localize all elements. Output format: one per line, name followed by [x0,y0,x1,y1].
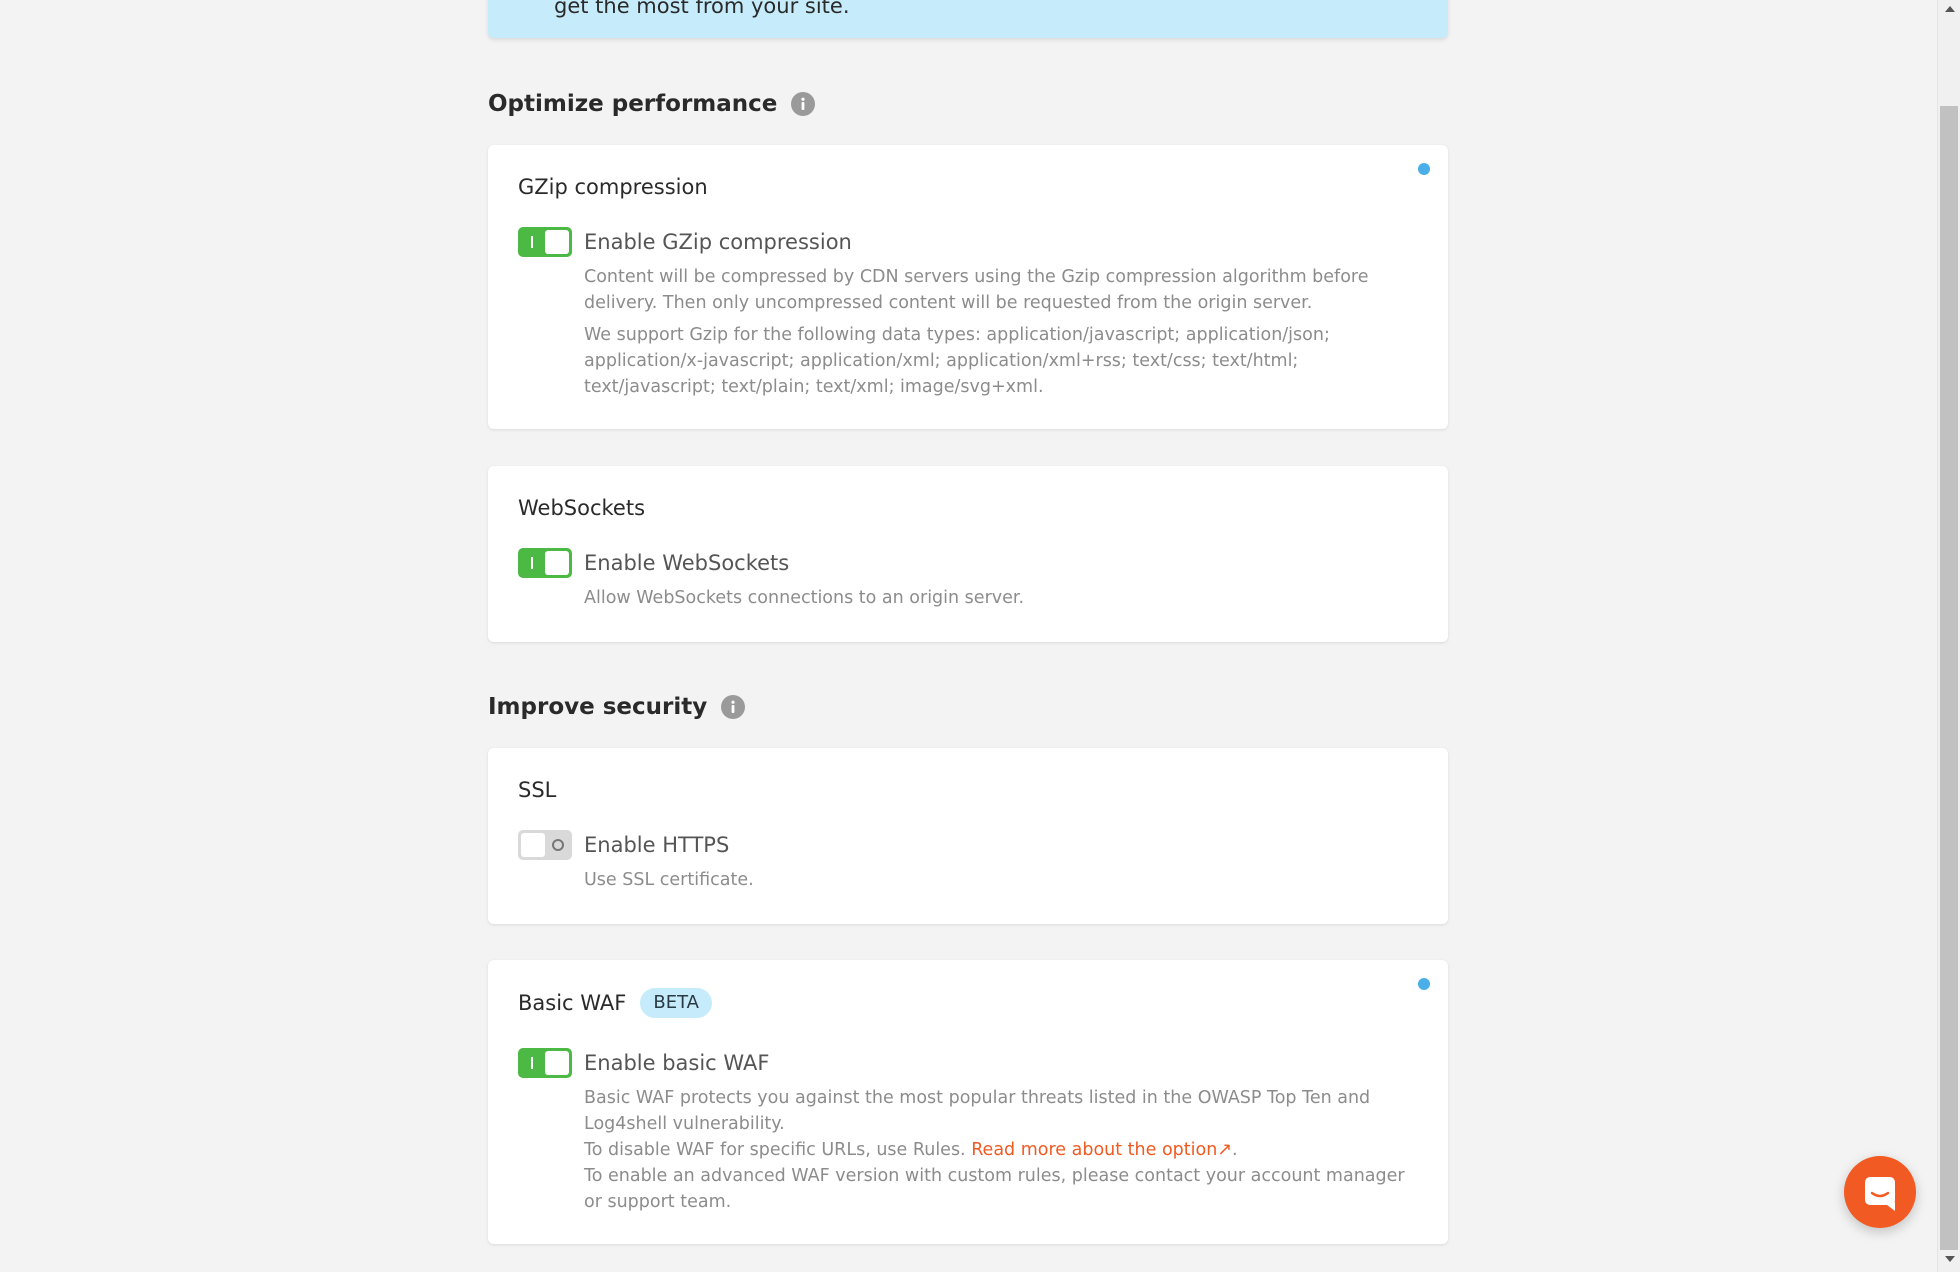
chat-icon [1865,1177,1895,1211]
section-heading-performance: Optimize performance [488,86,816,122]
card-title: SSL [518,778,557,802]
info-icon[interactable] [721,695,746,719]
toggle-knob [545,551,569,575]
websockets-card: WebSockets Enable WebSockets Allow WebSo… [488,466,1448,642]
description-paragraph: Allow WebSockets connections to an origi… [584,588,1025,608]
chat-launcher-button[interactable] [1844,1156,1916,1228]
description-paragraph: To enable an advanced WAF version with c… [584,1166,1405,1212]
link-text: Read more about the option [971,1140,1218,1160]
description-paragraph: To disable WAF for specific URLs, use Ru… [584,1137,1420,1163]
unsaved-indicator-dot [1418,978,1430,990]
https-toggle[interactable] [518,830,572,860]
description-paragraph: We support Gzip for the following data t… [584,325,1330,397]
gzip-card: GZip compression Enable GZip compression… [488,145,1448,429]
card-title: WebSockets [518,496,646,520]
info-banner: get the most from your site. [488,0,1448,38]
card-title: GZip compression [518,175,708,199]
description-text: To disable WAF for specific URLs, use Ru… [584,1140,972,1160]
scroll-up-arrow-icon[interactable] [1945,6,1955,12]
toggle-off-mark [552,839,564,851]
websockets-toggle[interactable] [518,548,572,578]
description-paragraph: Content will be compressed by CDN server… [584,267,1369,313]
basic-waf-card: Basic WAF BETA Enable basic WAF Basic WA… [488,960,1448,1244]
toggle-label: Enable GZip compression [584,230,852,254]
vertical-scrollbar[interactable] [1937,0,1960,1272]
card-title: Basic WAF [518,991,627,1015]
option-description: Content will be compressed by CDN server… [584,264,1420,400]
toggle-label: Enable basic WAF [584,1051,770,1075]
description-text: . [1231,1140,1238,1160]
read-more-link[interactable]: Read more about the option↗ [971,1140,1232,1160]
option-description: Allow WebSockets connections to an origi… [584,585,1420,611]
banner-text: get the most from your site. [554,0,850,18]
toggle-label: Enable HTTPS [584,833,730,857]
option-description: Use SSL certificate. [584,867,1420,893]
toggle-on-mark [531,557,533,569]
gzip-toggle[interactable] [518,227,572,257]
section-title: Optimize performance [488,91,778,117]
scroll-down-arrow-icon[interactable] [1945,1256,1955,1262]
description-paragraph: Basic WAF protects you against the most … [584,1088,1371,1134]
toggle-knob [521,833,545,857]
beta-badge: BETA [640,988,712,1018]
section-title: Improve security [488,694,708,720]
toggle-label: Enable WebSockets [584,551,790,575]
external-link-icon: ↗ [1217,1140,1232,1160]
toggle-knob [545,1051,569,1075]
toggle-on-mark [531,1057,533,1069]
toggle-knob [545,230,569,254]
ssl-card: SSL Enable HTTPS Use SSL certificate. [488,748,1448,924]
info-icon[interactable] [791,92,816,116]
basic-waf-toggle[interactable] [518,1048,572,1078]
option-description: Basic WAF protects you against the most … [584,1085,1420,1215]
scrollbar-thumb[interactable] [1940,106,1958,1250]
unsaved-indicator-dot [1418,163,1430,175]
section-heading-security: Improve security [488,689,746,725]
card-title-row: Basic WAF BETA [518,988,712,1018]
toggle-on-mark [531,236,533,248]
description-paragraph: Use SSL certificate. [584,870,754,890]
